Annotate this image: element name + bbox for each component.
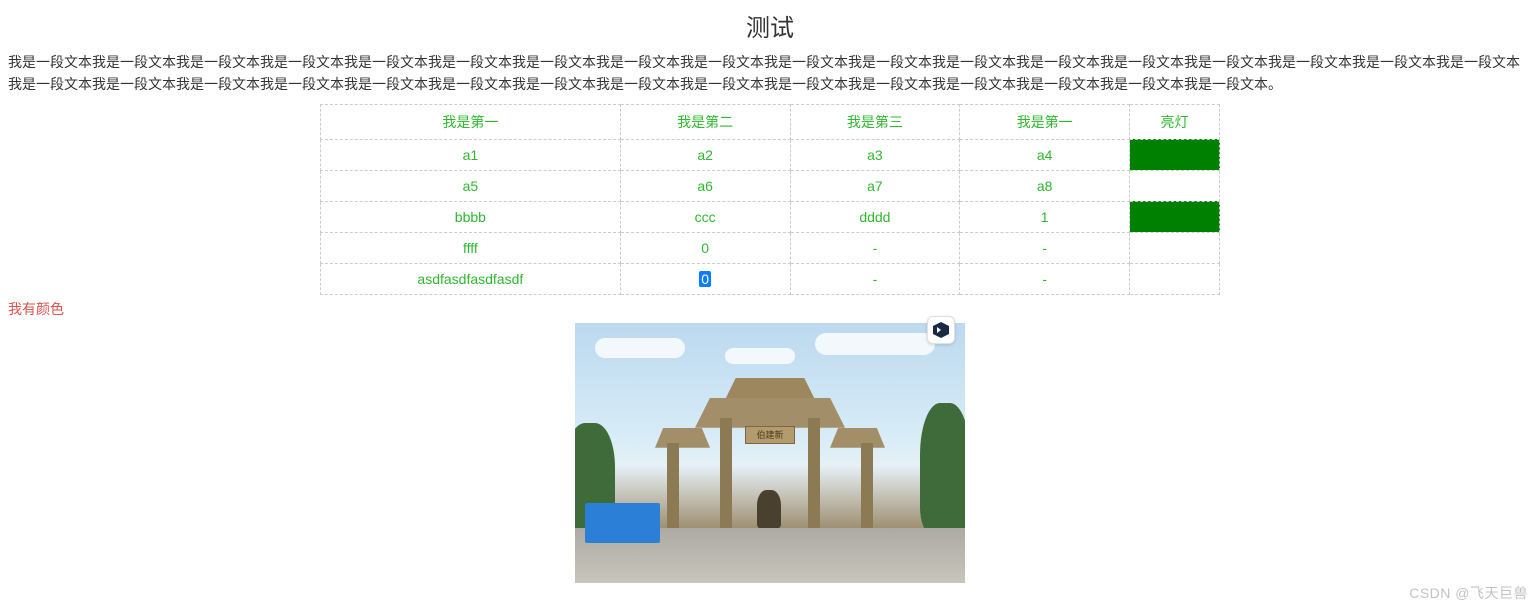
table-cell: bbbb (321, 201, 621, 232)
light-cell (1130, 232, 1220, 263)
th-2: 我是第二 (620, 104, 790, 139)
table-row: asdfasdfasdfasdf0-- (321, 263, 1220, 294)
cloud (595, 338, 685, 358)
hexagon-play-icon (933, 322, 949, 338)
table-cell: 1 (960, 201, 1130, 232)
light-cell (1130, 139, 1220, 170)
table-cell: 0 (620, 263, 790, 294)
statue (757, 490, 781, 528)
th-4: 我是第一 (960, 104, 1130, 139)
table-row: ffff0-- (321, 232, 1220, 263)
watermark-text: CSDN @飞天巨兽 (1409, 583, 1528, 603)
pillar (720, 418, 732, 528)
image-container: 伯建新 (0, 323, 1540, 583)
th-1: 我是第一 (321, 104, 621, 139)
light-cell (1130, 170, 1220, 201)
table-cell: a8 (960, 170, 1130, 201)
roof (695, 398, 845, 428)
table-cell: a5 (321, 170, 621, 201)
table-cell: ffff (321, 232, 621, 263)
table-cell: 0 (620, 232, 790, 263)
roof (830, 428, 885, 448)
table-cell: asdfasdfasdfasdf (321, 263, 621, 294)
cloud (725, 348, 795, 364)
roof (725, 378, 815, 400)
light-cell (1130, 263, 1220, 294)
blue-board (585, 503, 660, 543)
table-cell: - (790, 232, 960, 263)
th-5: 亮灯 (1130, 104, 1220, 139)
table-cell: a1 (321, 139, 621, 170)
colored-text: 我有颜色 (0, 295, 1540, 323)
table-cell: a3 (790, 139, 960, 170)
play-badge-icon[interactable] (927, 316, 955, 344)
th-3: 我是第三 (790, 104, 960, 139)
roof (655, 428, 710, 448)
cloud (815, 333, 935, 355)
table-body: a1a2a3a4a5a6a7a8bbbbcccdddd1ffff0--asdfa… (321, 139, 1220, 294)
page-title: 测试 (0, 0, 1540, 47)
table-row: bbbbcccdddd1 (321, 201, 1220, 232)
table-row: a5a6a7a8 (321, 170, 1220, 201)
table-cell: a7 (790, 170, 960, 201)
pillar (808, 418, 820, 528)
data-table: 我是第一 我是第二 我是第三 我是第一 亮灯 a1a2a3a4a5a6a7a8b… (320, 104, 1220, 295)
light-cell (1130, 201, 1220, 232)
table-cell: - (960, 263, 1130, 294)
table-cell: ccc (620, 201, 790, 232)
table-container: 我是第一 我是第二 我是第三 我是第一 亮灯 a1a2a3a4a5a6a7a8b… (0, 104, 1540, 295)
table-cell: a2 (620, 139, 790, 170)
table-row: a1a2a3a4 (321, 139, 1220, 170)
pillar (667, 443, 679, 528)
intro-paragraph: 我是一段文本我是一段文本我是一段文本我是一段文本我是一段文本我是一段文本我是一段… (0, 47, 1540, 104)
table-cell: a4 (960, 139, 1130, 170)
photo-archway: 伯建新 (575, 323, 965, 583)
pillar (861, 443, 873, 528)
table-cell: - (790, 263, 960, 294)
table-cell: a6 (620, 170, 790, 201)
table-header-row: 我是第一 我是第二 我是第三 我是第一 亮灯 (321, 104, 1220, 139)
table-cell: dddd (790, 201, 960, 232)
plaque-text: 伯建新 (745, 426, 795, 444)
table-cell: - (960, 232, 1130, 263)
tree (920, 403, 965, 533)
